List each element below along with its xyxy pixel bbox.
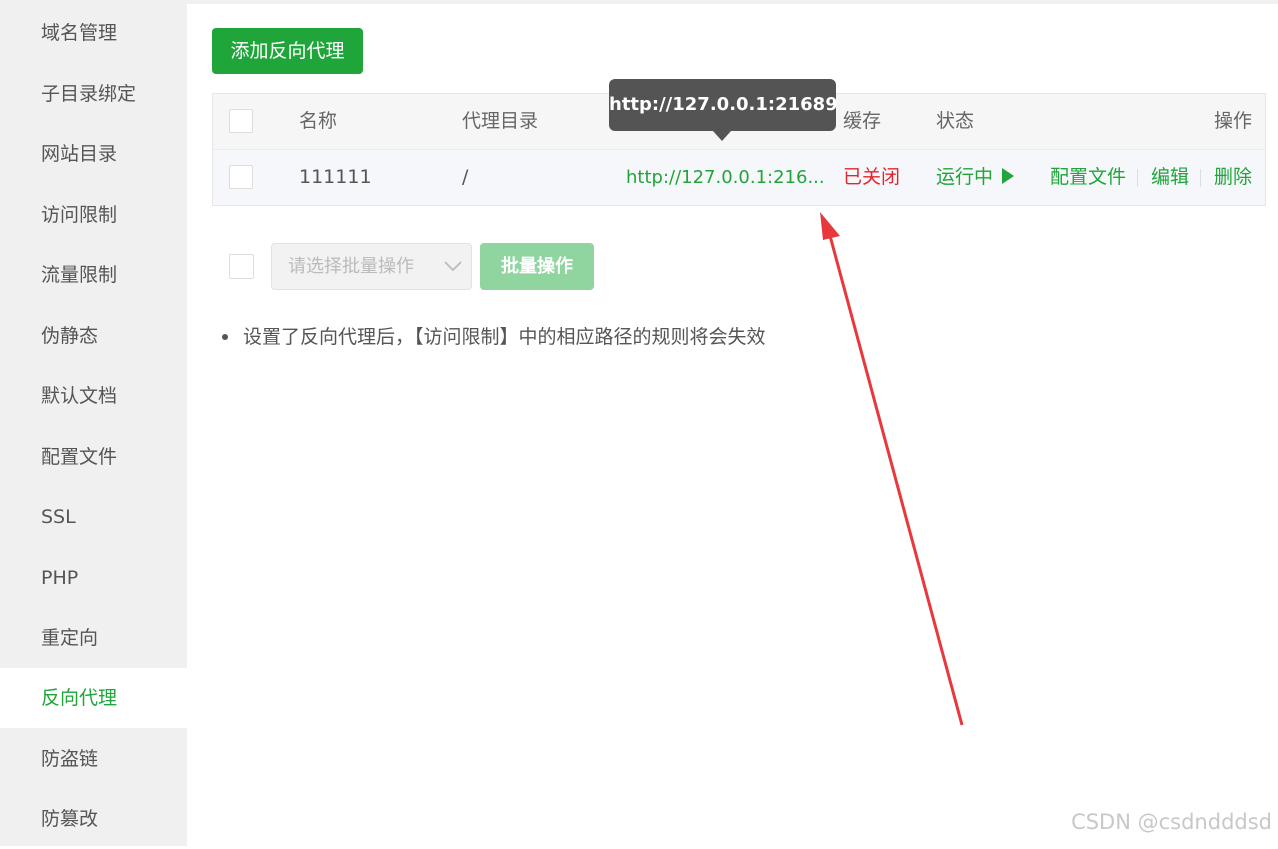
header-name: 名称 <box>299 110 338 132</box>
row-target-url[interactable]: http://127.0.0.1:216... <box>626 150 825 205</box>
batch-operation-select[interactable]: 请选择批量操作 <box>271 243 472 290</box>
config-file-link[interactable]: 配置文件 <box>1050 150 1126 205</box>
play-icon <box>1002 168 1015 184</box>
sidebar-item-default-doc[interactable]: 默认文档 <box>0 366 187 426</box>
action-divider <box>1200 169 1201 187</box>
tooltip-arrow <box>713 131 731 141</box>
sidebar-item-traffic-limit[interactable]: 流量限制 <box>0 245 187 305</box>
row-cache-status[interactable]: 已关闭 <box>843 150 900 205</box>
url-tooltip: http://127.0.0.1:21689 <box>609 79 838 131</box>
sidebar-item-ssl[interactable]: SSL <box>0 487 187 547</box>
header-status: 状态 <box>936 110 975 132</box>
row-checkbox[interactable] <box>229 165 253 189</box>
sidebar-item-config-file[interactable]: 配置文件 <box>0 427 187 487</box>
table-row: 111111 / http://127.0.0.1:216... 已关闭 运行中… <box>213 150 1265 205</box>
edit-link[interactable]: 编辑 <box>1151 150 1189 205</box>
chevron-down-icon <box>444 261 462 272</box>
row-status-label: 运行中 <box>936 166 994 188</box>
sidebar-item-php[interactable]: PHP <box>0 548 187 608</box>
row-run-status[interactable]: 运行中 <box>936 150 1015 205</box>
sidebar-item-domain[interactable]: 域名管理 <box>0 3 187 63</box>
watermark: CSDN @csdndddsd <box>1071 810 1272 834</box>
sidebar-item-site-dir[interactable]: 网站目录 <box>0 124 187 184</box>
select-all-checkbox[interactable] <box>229 109 253 133</box>
proxy-note: 设置了反向代理后，【访问限制】中的相应路径的规则将会失效 <box>243 326 766 348</box>
sidebar-item-hotlink[interactable]: 防盗链 <box>0 729 187 789</box>
header-cache: 缓存 <box>843 110 882 132</box>
header-actions: 操作 <box>1214 110 1253 132</box>
sidebar-item-subdir[interactable]: 子目录绑定 <box>0 64 187 124</box>
batch-select-placeholder: 请选择批量操作 <box>288 256 414 277</box>
row-proxy-dir: / <box>462 166 469 188</box>
top-border <box>0 0 1278 4</box>
sidebar-item-tamper-proof[interactable]: 防篡改 <box>0 789 187 849</box>
sidebar-item-rewrite[interactable]: 伪静态 <box>0 306 187 366</box>
sidebar: 域名管理 子目录绑定 网站目录 访问限制 流量限制 伪静态 默认文档 配置文件 … <box>0 0 187 846</box>
sidebar-item-redirect[interactable]: 重定向 <box>0 608 187 668</box>
batch-operation-button[interactable]: 批量操作 <box>480 243 594 290</box>
sidebar-item-reverse-proxy[interactable]: 反向代理 <box>0 668 187 728</box>
action-divider <box>1137 169 1138 187</box>
delete-link[interactable]: 删除 <box>1214 150 1252 205</box>
batch-select-checkbox[interactable] <box>229 254 254 279</box>
note-bullet <box>222 334 228 340</box>
add-reverse-proxy-button[interactable]: 添加反向代理 <box>212 28 363 74</box>
row-name: 111111 <box>299 166 372 188</box>
sidebar-item-access-limit[interactable]: 访问限制 <box>0 185 187 245</box>
header-proxy-dir: 代理目录 <box>462 110 539 132</box>
